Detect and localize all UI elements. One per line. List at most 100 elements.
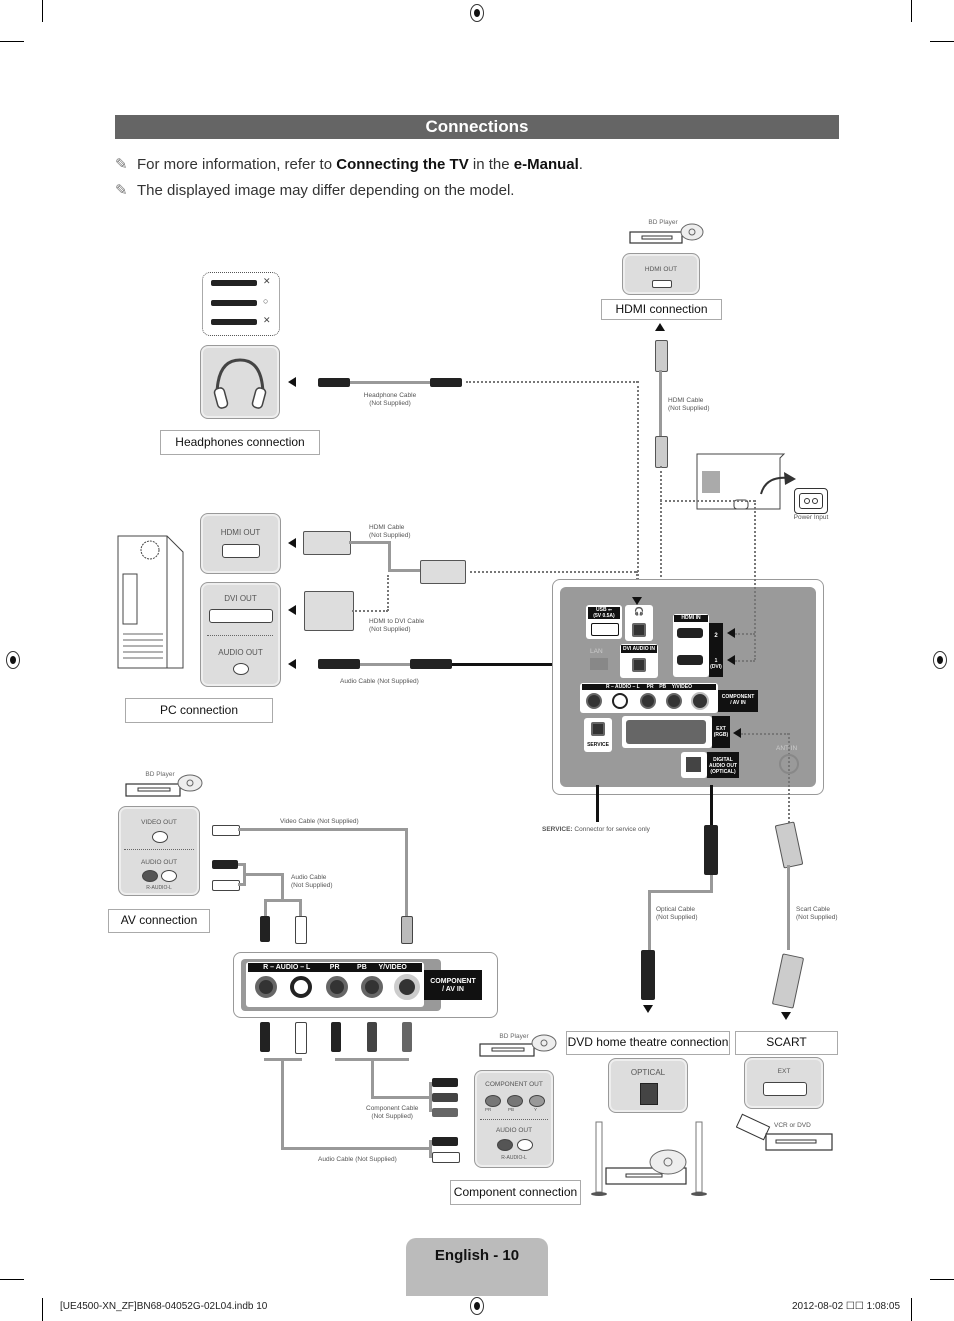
curved-arrow-icon [760, 472, 796, 495]
plug-compatibility-box: ✕ ○ ✕ [202, 272, 280, 336]
footer-file-name: [UE4500-XN_ZF]BN68-04052G-02L04.indb 10 [60, 1301, 268, 1312]
service-label: SERVICE [587, 742, 609, 748]
pc-hdmi-dotted-link [470, 571, 636, 573]
rca-plug-icon [260, 916, 270, 942]
bd-player-icon [629, 223, 704, 244]
hdmi-dotted-link [735, 660, 755, 662]
vcr-dvd-icon [736, 1113, 833, 1151]
headphones-connection-label: Headphones connection [160, 430, 320, 455]
ant-in-port[interactable] [779, 754, 799, 774]
arrow-left-icon [288, 605, 296, 615]
optical-socket-icon [640, 1083, 658, 1105]
hdmi-2-label: 2 [709, 623, 723, 650]
headphone-dotted-link [637, 381, 639, 596]
audio-plug-icon [318, 659, 360, 669]
rca-plug-icon [212, 825, 240, 836]
hdmi-port-icon [222, 544, 260, 558]
pr-jack[interactable] [640, 693, 656, 709]
pencil-note-icon: ✎ [115, 182, 128, 199]
optical-socket-icon [686, 757, 701, 772]
service-port[interactable]: SERVICE [584, 718, 612, 752]
component-tag: COMPONENT / AV IN [718, 690, 758, 712]
scart-ext-port[interactable] [622, 716, 712, 748]
rca-plug-icon [432, 1137, 458, 1146]
pc-hdmi-cable-label: HDMI Cable (Not Supplied) [369, 524, 411, 539]
optical-plug-icon [704, 825, 718, 875]
headphone-plug-icon [430, 378, 462, 387]
port-label: HDMI OUT [220, 528, 261, 537]
component-connection-label: Component connection [450, 1180, 581, 1205]
divider [124, 849, 194, 850]
optical-cable [648, 890, 651, 950]
rca-plug-icon [212, 860, 238, 869]
pb-jack[interactable] [666, 693, 682, 709]
pc-dvi-cable-label: HDMI to DVI Cable (Not Supplied) [369, 618, 425, 633]
y-video-jack[interactable] [691, 692, 709, 710]
hdmi-plug-icon [655, 340, 668, 372]
incompatible-mark: ✕ [263, 315, 271, 325]
audio-cable [299, 899, 302, 917]
audio-l-jack-icon [161, 870, 177, 882]
note-bold: e-Manual [513, 156, 579, 173]
arrow-left-icon [288, 538, 296, 548]
crop-mark [0, 1279, 24, 1280]
scart-dotted-link [741, 733, 789, 735]
pc-tower-icon [117, 535, 184, 669]
hdmi-2-port[interactable] [677, 628, 703, 638]
lan-port[interactable] [590, 658, 608, 670]
pc-audio-cable [360, 663, 410, 666]
dvi-plug-icon [304, 591, 354, 631]
pc-audio-cable-label: Audio Cable (Not Supplied) [340, 678, 419, 685]
arrow-left-icon [288, 377, 296, 387]
port-label: COMPONENT OUT [485, 1081, 543, 1088]
port-label: DVI OUT [224, 594, 257, 603]
dvi-dotted-link [352, 610, 388, 612]
headphone-dotted-link [466, 381, 638, 383]
audio-l-jack[interactable] [612, 693, 628, 709]
audio-jack-icon [233, 663, 249, 675]
pencil-note-icon: ✎ [115, 156, 128, 173]
audio-r-jack[interactable] [586, 693, 602, 709]
rca-plug-icon [367, 1022, 377, 1052]
audio-r-jack-icon [142, 870, 158, 882]
y-video-jack[interactable] [394, 974, 420, 1000]
audio-l-jack[interactable] [290, 976, 312, 998]
hdmi-port-icon [652, 280, 672, 288]
optical-plug-icon [641, 950, 655, 1000]
rca-plug-icon [432, 1093, 458, 1102]
dvi-audio-in-port[interactable]: DVI AUDIO IN [620, 644, 658, 678]
video-cable [238, 828, 408, 831]
hdmi-plug-icon [655, 436, 668, 468]
hdmi-in-block: HDMI IN [673, 614, 709, 677]
optical-panel: OPTICAL [608, 1058, 688, 1113]
audio-r-jack-icon [497, 1139, 513, 1151]
hdmi-connection-label: HDMI connection [601, 299, 722, 320]
hdmi-dotted-link [660, 500, 755, 502]
arrow-down-icon [632, 597, 642, 605]
hdmi-in-label: HDMI IN [674, 615, 708, 622]
scart-cable [787, 865, 790, 950]
pr-jack[interactable] [326, 976, 348, 998]
video-cable [405, 828, 408, 918]
crop-mark [0, 41, 24, 42]
pc-dvi-audio-panel: DVI OUT AUDIO OUT [200, 582, 281, 687]
usb-label: USB ⭠ (5V 0.5A) [588, 607, 620, 619]
scart-socket-icon [626, 720, 706, 744]
rca-plug-icon [401, 916, 413, 944]
pb-jack[interactable] [361, 976, 383, 998]
crop-mark [930, 1279, 954, 1280]
rca-plug-icon [295, 1022, 307, 1054]
component-audio-cable [281, 1058, 284, 1150]
audio-r-jack[interactable] [255, 976, 277, 998]
scart-socket-icon [763, 1082, 807, 1096]
port-label: R-AUDIO-L [146, 885, 172, 891]
component-audio-cable-label: Audio Cable (Not Supplied) [318, 1156, 397, 1163]
usb-port[interactable]: USB ⭠ (5V 0.5A) [586, 605, 622, 639]
headphone-plug-icon [318, 378, 350, 387]
jack-socket [591, 722, 605, 736]
pc-connection-label: PC connection [125, 698, 273, 723]
headphone-jack[interactable]: 🎧 [625, 605, 653, 641]
incompatible-mark: ✕ [263, 276, 271, 286]
optical-out-port[interactable] [681, 752, 707, 778]
hdmi-1-port[interactable] [677, 655, 703, 665]
